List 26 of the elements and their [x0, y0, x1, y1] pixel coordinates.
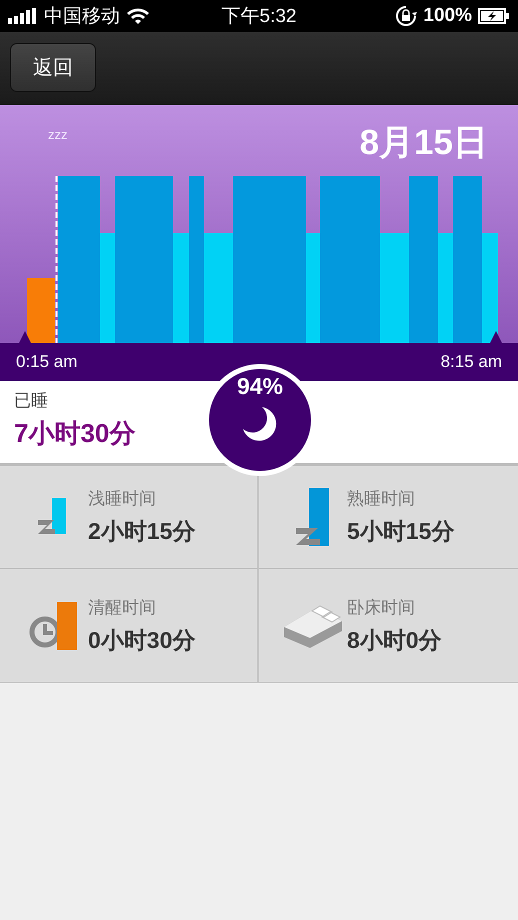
stat-value: 5小时15分 — [347, 517, 454, 546]
bed-icon — [284, 602, 342, 648]
slept-duration: 7小时30分 — [14, 417, 136, 450]
signal-icon — [8, 8, 38, 24]
clock-time: 下午5:32 — [222, 6, 296, 27]
quality-percent: 94% — [236, 373, 284, 400]
alarm-clock-icon — [29, 602, 79, 650]
wifi-icon — [126, 7, 150, 25]
slept-label: 已睡 — [14, 390, 48, 412]
deep-sleep-icon — [296, 488, 330, 546]
stat-label: 清醒时间 — [88, 596, 157, 618]
stat-value: 0小时30分 — [88, 626, 196, 654]
carrier-name: 中国移动 — [44, 5, 120, 29]
sleep-marker: zzz — [48, 127, 68, 142]
end-time: 8:15 am — [440, 352, 502, 372]
stat-label: 熟睡时间 — [347, 488, 416, 510]
stat-label: 卧床时间 — [347, 596, 416, 618]
stat-value: 8小时0分 — [347, 626, 442, 654]
battery-percent: 100% — [423, 5, 472, 27]
stat-value: 2小时15分 — [88, 517, 196, 546]
battery-charging-icon — [478, 8, 510, 24]
rotation-lock-icon — [395, 5, 418, 27]
back-button[interactable]: 返回 — [10, 43, 96, 92]
date-title: 8月15日 — [360, 122, 488, 164]
start-time: 0:15 am — [16, 352, 78, 372]
stat-label: 浅睡时间 — [88, 488, 157, 510]
